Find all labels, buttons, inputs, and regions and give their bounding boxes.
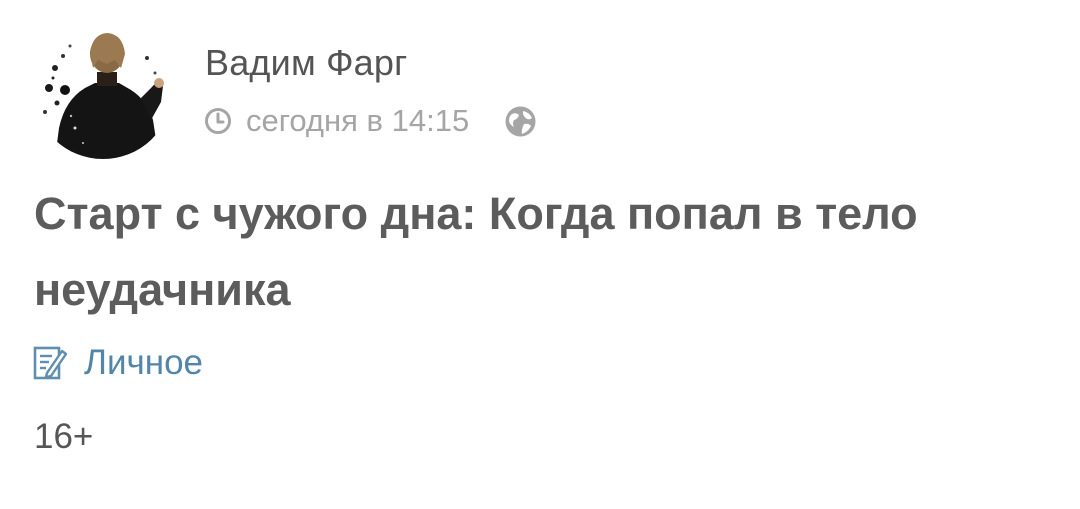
notes-icon <box>33 345 67 381</box>
post-title[interactable]: Старт с чужого дна: Когда попал в тело н… <box>34 176 1034 328</box>
post-meta: сегодня в 14:15 <box>204 102 537 140</box>
clock-icon <box>204 107 232 135</box>
avatar[interactable] <box>35 28 171 159</box>
globe-icon[interactable] <box>504 105 537 138</box>
author-name[interactable]: Вадим Фарг <box>205 41 407 85</box>
age-rating-badge: 16+ <box>34 417 94 456</box>
category-label: Личное <box>84 343 204 382</box>
post-timestamp: сегодня в 14:15 <box>246 103 470 138</box>
avatar-image <box>35 28 171 159</box>
category-link[interactable]: Личное <box>33 343 203 383</box>
